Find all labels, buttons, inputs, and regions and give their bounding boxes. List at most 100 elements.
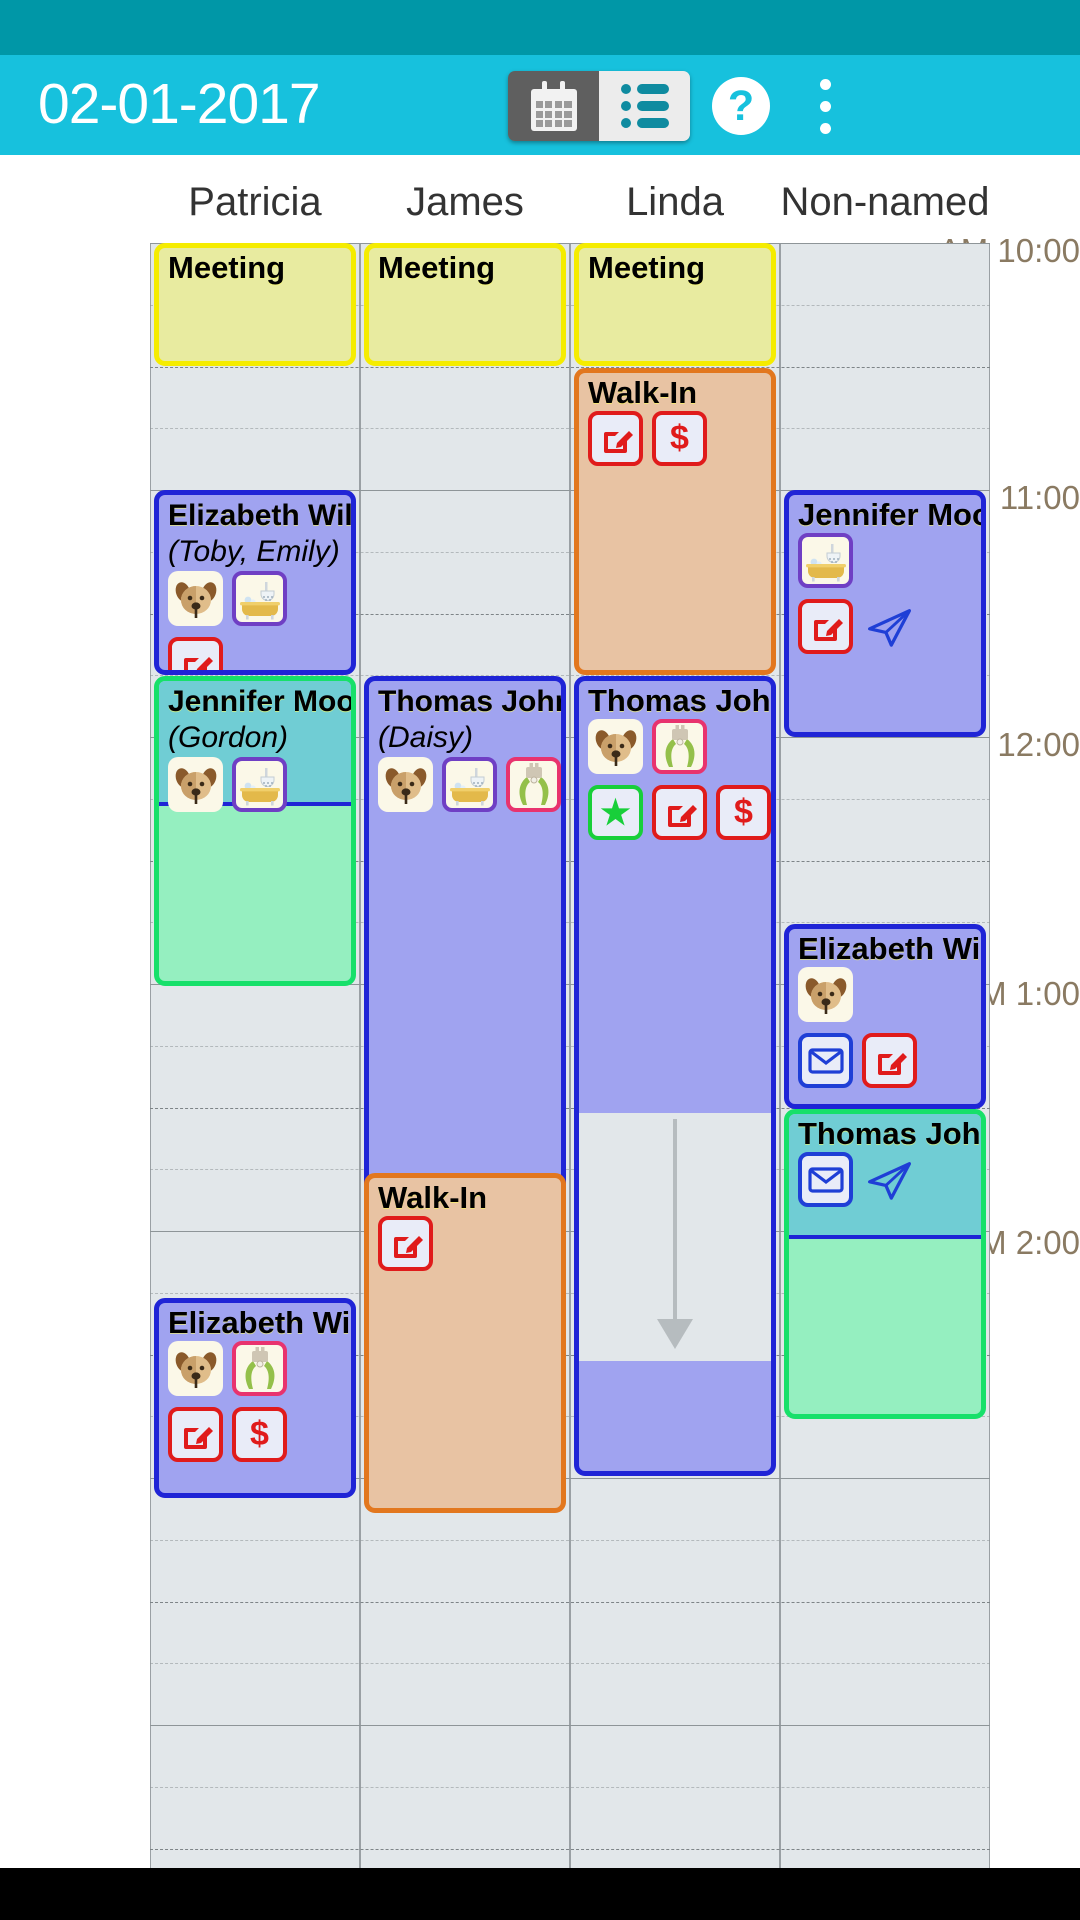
edit-icon[interactable]: [168, 1407, 223, 1462]
appointment-title: Meeting: [588, 250, 706, 285]
service-icon-row: [168, 571, 287, 626]
dog-icon[interactable]: [378, 757, 433, 812]
appointment-title: Meeting: [378, 250, 496, 285]
dollar-icon[interactable]: $: [716, 785, 771, 840]
list-icon: [620, 84, 669, 128]
appointment-title: Elizabeth Wilson: [168, 499, 353, 532]
clipper-icon[interactable]: [232, 1341, 287, 1396]
grid-line: [150, 366, 990, 368]
edit-icon[interactable]: [862, 1033, 917, 1088]
appointment-block[interactable]: Jennifer Moore: [784, 490, 986, 737]
app-root: 02-01-2017 ? Patricia James Linda Non-na…: [0, 0, 1080, 1920]
meeting-block[interactable]: Meeting: [574, 243, 776, 366]
service-icon-row: [378, 757, 561, 812]
walkin-block[interactable]: Walk-In: [364, 1173, 566, 1513]
action-icon-row: [798, 1152, 917, 1207]
column-header-james: James: [406, 180, 524, 224]
calendar-view: Patricia James Linda Non-named AM 10:00 AM 1…: [0, 155, 1080, 1920]
appointment-block[interactable]: Elizabeth Wilson: [784, 924, 986, 1109]
gap-arrow-icon: [657, 1119, 693, 1349]
overflow-menu-icon[interactable]: [820, 79, 834, 135]
appointment-title: Jennifer Moore: [168, 685, 355, 718]
appointment-title: Thomas Johnson: [588, 683, 771, 718]
list-view-button[interactable]: [599, 71, 690, 141]
grid-line: [150, 1725, 990, 1726]
edit-icon[interactable]: [378, 1216, 433, 1271]
dog-icon[interactable]: [168, 1341, 223, 1396]
service-icon-row: [798, 967, 853, 1022]
clipper-icon[interactable]: [652, 719, 707, 774]
grid-line: [150, 1848, 990, 1850]
help-button[interactable]: ?: [712, 77, 770, 135]
walkin-block[interactable]: Walk-In $: [574, 368, 776, 675]
dog-icon[interactable]: [168, 757, 223, 812]
mail-icon[interactable]: [798, 1033, 853, 1088]
calendar-icon: [530, 81, 577, 131]
schedule-grid[interactable]: Meeting Meeting Meeting Walk-In $ Elizabeth …: [150, 243, 990, 1883]
action-icon-row: [168, 637, 223, 670]
service-icon-row: [168, 1341, 287, 1396]
bath-icon[interactable]: [232, 571, 287, 626]
appointment-block[interactable]: Thomas Johnson ★ $: [574, 676, 776, 1476]
grid-line: [150, 1663, 990, 1665]
grid-line: [150, 1601, 990, 1603]
column-header-patricia: Patricia: [188, 180, 322, 224]
help-label: ?: [727, 81, 755, 130]
bath-icon[interactable]: [798, 533, 853, 588]
service-icon-row: [798, 533, 853, 588]
bath-icon[interactable]: [442, 757, 497, 812]
dollar-icon[interactable]: $: [652, 411, 707, 466]
app-bar: 02-01-2017 ?: [0, 55, 1080, 155]
appointment-block[interactable]: Jennifer Moore(Gordon): [154, 676, 356, 986]
appointment-title: Walk-In: [588, 375, 698, 410]
send-icon[interactable]: [862, 599, 917, 654]
edit-icon[interactable]: [652, 785, 707, 840]
appointment-pets: (Daisy): [378, 721, 473, 754]
action-icon-row: [378, 1216, 433, 1271]
appointment-block[interactable]: Thomas Johnson: [784, 1109, 986, 1419]
dog-icon[interactable]: [588, 719, 643, 774]
meeting-block[interactable]: Meeting: [364, 243, 566, 366]
appointment-title: Thomas Johnson: [798, 1116, 981, 1151]
send-icon[interactable]: [862, 1152, 917, 1207]
mail-icon[interactable]: [798, 1152, 853, 1207]
service-icon-row: [168, 757, 287, 812]
action-icon-row: [798, 1033, 917, 1088]
status-bar: [0, 0, 1080, 55]
column-header-non-named: Non-named: [780, 180, 990, 224]
dog-icon[interactable]: [168, 571, 223, 626]
meeting-block[interactable]: Meeting: [154, 243, 356, 366]
edit-icon[interactable]: [798, 599, 853, 654]
appointment-title: Jennifer Moore: [798, 497, 981, 532]
appointment-block[interactable]: Elizabeth Wilson $: [154, 1298, 356, 1498]
grid-column[interactable]: [150, 243, 360, 1883]
appointment-title: Thomas Johnson: [378, 685, 561, 718]
calendar-view-button[interactable]: [508, 71, 599, 141]
action-icon-row: [798, 599, 917, 654]
edit-icon[interactable]: [168, 637, 223, 670]
page-title: 02-01-2017: [38, 72, 321, 136]
appointment-pets: (Gordon): [168, 721, 289, 754]
action-icon-row: ★ $: [588, 785, 771, 840]
star-icon[interactable]: ★: [588, 785, 643, 840]
grid-line: [150, 1786, 990, 1788]
view-toggle-group[interactable]: [508, 71, 690, 141]
appointment-title: Meeting: [168, 250, 286, 285]
appointment-pets: (Toby, Emily): [168, 535, 340, 568]
action-icon-row: $: [168, 1407, 287, 1462]
action-icon-row: $: [588, 411, 707, 466]
navigation-bar: [0, 1868, 1080, 1920]
bath-icon[interactable]: [232, 757, 287, 812]
column-header-linda: Linda: [626, 180, 724, 224]
appointment-title: Elizabeth Wilson: [168, 1305, 356, 1340]
clipper-icon[interactable]: [506, 757, 561, 812]
service-icon-row: [588, 719, 707, 774]
appointment-title: Walk-In: [378, 1180, 488, 1215]
grid-line: [150, 428, 990, 430]
appointment-block[interactable]: Elizabeth Wilson(Toby, Emily): [154, 490, 356, 675]
edit-icon[interactable]: [588, 411, 643, 466]
dollar-icon[interactable]: $: [232, 1407, 287, 1462]
appointment-title: Elizabeth Wilson: [798, 931, 986, 966]
dog-icon[interactable]: [798, 967, 853, 1022]
grid-line: [150, 1539, 990, 1541]
